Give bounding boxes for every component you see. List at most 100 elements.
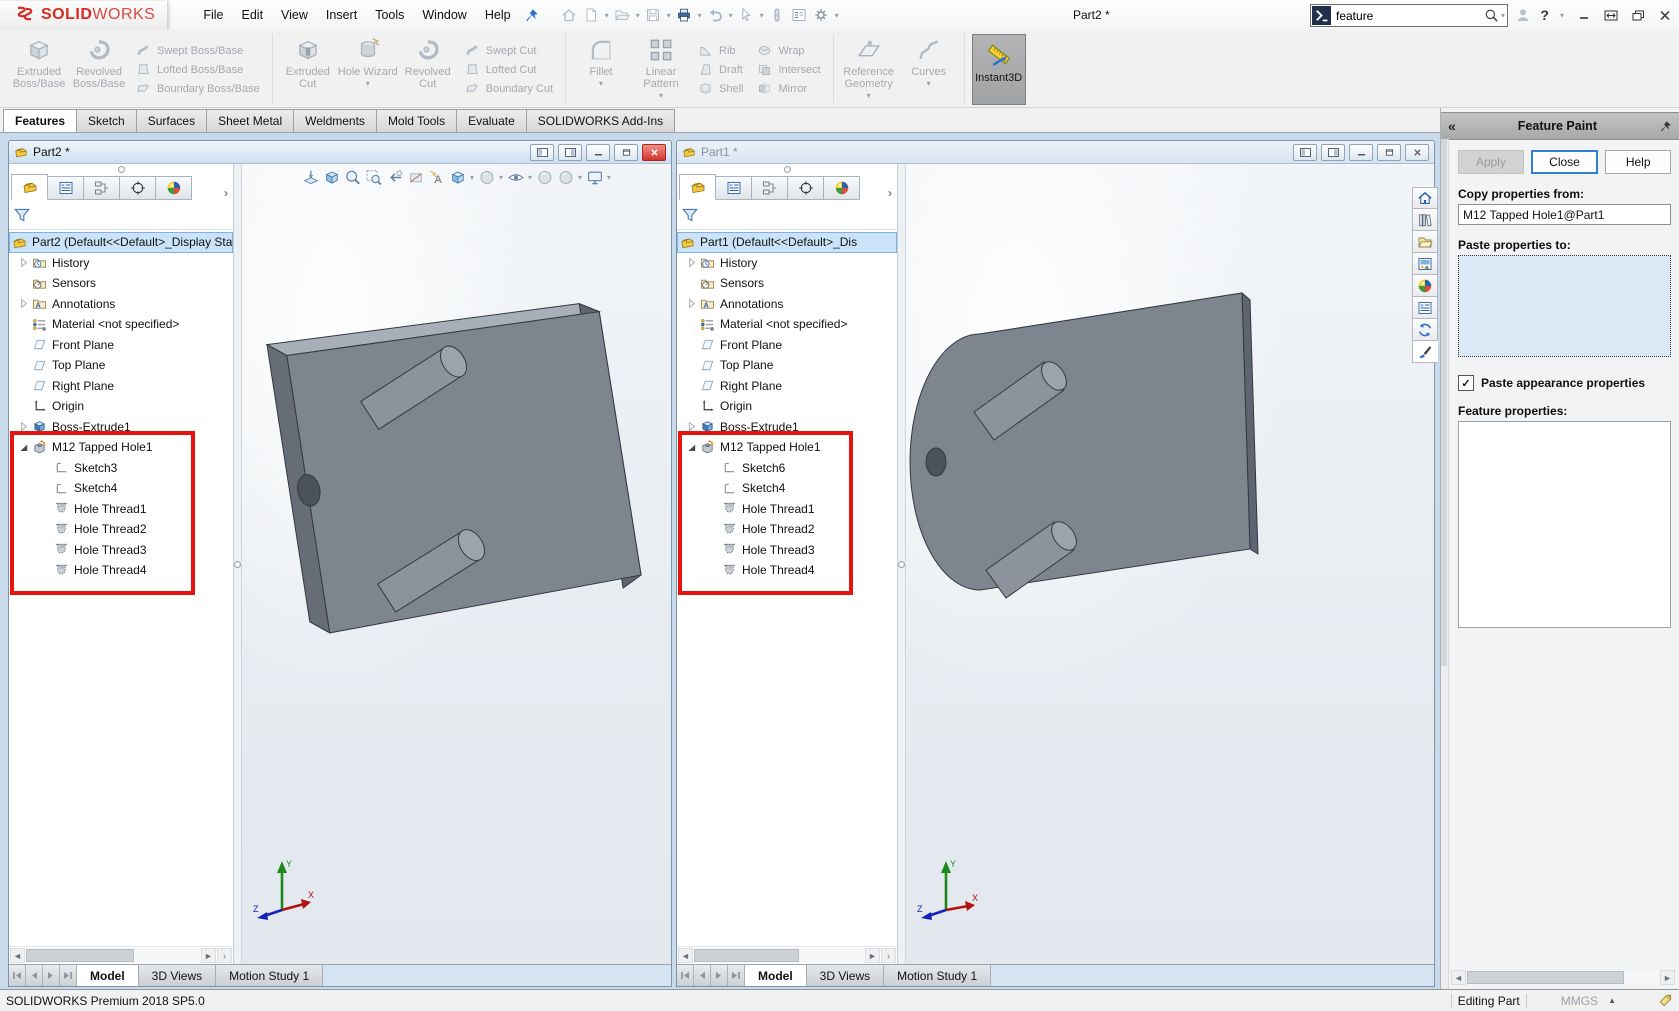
units-selector[interactable]: MMGS [1561, 994, 1598, 1008]
tree-item-hole-thread3[interactable]: Hole Thread3 [677, 540, 897, 561]
tree-item-annotations[interactable]: Annotations [9, 294, 233, 315]
paste-properties-listbox[interactable] [1458, 255, 1671, 357]
feature-properties-box[interactable] [1458, 421, 1671, 628]
configurationmanager-tab[interactable] [83, 176, 120, 200]
expand-arrow-icon[interactable] [685, 441, 698, 454]
view-orientation-cube-icon[interactable] [321, 167, 342, 188]
zoom-in-out-icon[interactable] [342, 167, 363, 188]
new-dropdown-icon[interactable]: ▾ [603, 11, 611, 20]
search-magnifier-icon[interactable] [1484, 8, 1499, 23]
dropdown-arrow-icon[interactable]: ▾ [364, 79, 372, 88]
doc-tab-motion-study-1[interactable]: Motion Study 1 [884, 965, 991, 986]
minimize-button[interactable] [1575, 7, 1593, 23]
tree-item-annotations[interactable]: Annotations [677, 294, 897, 315]
tree-item-sensors[interactable]: Sensors [677, 273, 897, 294]
window-minimize-button[interactable] [1349, 144, 1373, 161]
login-user-icon[interactable] [1515, 7, 1531, 23]
restore-button[interactable] [1629, 7, 1647, 23]
annotation-views-icon[interactable] [426, 167, 447, 188]
tile-left-button[interactable] [1293, 144, 1317, 161]
undo-button[interactable] [705, 4, 726, 26]
help-button-panel[interactable]: Help [1605, 150, 1671, 174]
ribbon-curves-button[interactable]: Curves▾ [899, 33, 959, 106]
ribbon-boundary-cut-button[interactable]: Boundary Cut [465, 81, 553, 96]
tab-weldments[interactable]: Weldments [293, 109, 377, 132]
open-dropdown-icon[interactable]: ▾ [634, 11, 642, 20]
collapse-arrow-icon[interactable] [17, 297, 30, 310]
ribbon-reference-geometry-button[interactable]: Reference Geometry▾ [839, 33, 899, 106]
ribbon-rib-button[interactable]: Rib [698, 43, 743, 58]
previous-tab-button[interactable] [26, 965, 43, 986]
tree-item-m12-tapped-hole1[interactable]: M12 Tapped Hole1 [677, 437, 897, 458]
tab-features[interactable]: Features [3, 109, 77, 132]
view-settings-icon[interactable] [584, 167, 605, 188]
tab-sheet-metal[interactable]: Sheet Metal [206, 109, 294, 132]
configurationmanager-tab[interactable] [751, 176, 788, 200]
tree-collapse-arrow[interactable]: › [881, 948, 896, 963]
ribbon-revolved-cut-button[interactable]: Revolved Cut [398, 33, 458, 106]
display-style-icon[interactable] [476, 167, 497, 188]
menu-file[interactable]: File [194, 4, 232, 26]
part2-graphics-area[interactable]: ▾ ▾ ▾ ▾ ▾ [242, 164, 671, 964]
scrollbar-thumb[interactable] [1467, 971, 1624, 984]
tree-root-part2[interactable]: Part2 (Default<<Default>_Display Sta [9, 232, 233, 253]
custom-properties-tab[interactable] [1412, 297, 1438, 319]
solidworks-forum-tab[interactable] [1412, 319, 1438, 341]
apply-scene-icon[interactable] [555, 167, 576, 188]
part2-window-titlebar[interactable]: Part2 * [9, 141, 671, 164]
zoom-to-area-icon[interactable] [363, 167, 384, 188]
apply-button[interactable]: Apply [1458, 150, 1524, 174]
tag-icon[interactable] [1658, 993, 1673, 1008]
solidworks-resources-tab[interactable] [1412, 187, 1438, 209]
dimxpertmanager-tab[interactable] [787, 176, 824, 200]
tree-graphics-splitter[interactable] [898, 164, 906, 964]
tree-item-material-not-specified[interactable]: Material <not specified> [677, 314, 897, 335]
tree-horizontal-scrollbar[interactable]: ◄ ► › [9, 946, 233, 964]
ribbon-intersect-button[interactable]: Intersect [757, 62, 820, 77]
tree-tabs-overflow-arrow[interactable]: › [224, 186, 228, 200]
close-button-panel[interactable]: Close [1531, 150, 1599, 174]
menu-edit[interactable]: Edit [233, 4, 273, 26]
tree-splitter-handle[interactable] [9, 164, 233, 174]
help-button[interactable]: ? [1540, 7, 1549, 23]
last-tab-button[interactable] [728, 965, 745, 986]
collapse-arrow-icon[interactable] [17, 256, 30, 269]
new-document-button[interactable] [581, 4, 602, 26]
scrollbar-thumb[interactable] [694, 949, 799, 962]
scroll-left-icon[interactable]: ◄ [1451, 970, 1466, 985]
scrollbar-track[interactable] [694, 948, 864, 963]
tree-item-m12-tapped-hole1[interactable]: M12 Tapped Hole1 [9, 437, 233, 458]
tree-item-boss-extrude1[interactable]: Boss-Extrude1 [677, 417, 897, 438]
part2-model[interactable] [242, 164, 671, 964]
tree-item-hole-thread3[interactable]: Hole Thread3 [9, 540, 233, 561]
part1-model[interactable] [906, 164, 1434, 964]
magnified-selection-button[interactable] [767, 4, 788, 26]
tree-item-sensors[interactable]: Sensors [9, 273, 233, 294]
ribbon-fillet-button[interactable]: Fillet▾ [571, 33, 631, 106]
select-button[interactable] [736, 4, 757, 26]
search-commands-icon[interactable] [1312, 6, 1331, 25]
propertymanager-tab[interactable] [715, 176, 752, 200]
view-orientation-dropdown[interactable]: ▾ [468, 173, 476, 182]
edit-appearance-icon[interactable] [534, 167, 555, 188]
scroll-right-icon[interactable]: ► [865, 948, 880, 963]
menu-tools[interactable]: Tools [366, 4, 413, 26]
displaymanager-tab[interactable] [155, 176, 192, 200]
ribbon-swept-cut-button[interactable]: Swept Cut [465, 43, 553, 58]
doc-tab-3d-views[interactable]: 3D Views [807, 965, 884, 986]
display-style-dropdown[interactable]: ▾ [497, 173, 505, 182]
tab-surfaces[interactable]: Surfaces [136, 109, 207, 132]
ribbon-boundary-boss-base-button[interactable]: Boundary Boss/Base [136, 81, 260, 96]
scroll-left-icon[interactable]: ◄ [10, 948, 25, 963]
apply-scene-dropdown[interactable]: ▾ [576, 173, 584, 182]
filter-funnel-icon[interactable] [681, 206, 699, 224]
doc-tab-model[interactable]: Model [745, 965, 807, 986]
units-dropdown-icon[interactable]: ▲ [1608, 996, 1616, 1005]
tree-item-origin[interactable]: Origin [9, 396, 233, 417]
featuremanager-tab[interactable] [11, 174, 48, 200]
panel-horizontal-scrollbar[interactable]: ◄ ► [1451, 969, 1675, 986]
last-tab-button[interactable] [60, 965, 77, 986]
hide-show-dropdown[interactable]: ▾ [526, 173, 534, 182]
ribbon-extruded-cut-button[interactable]: Extruded Cut [278, 33, 338, 106]
tree-item-sketch6[interactable]: Sketch6 [677, 458, 897, 479]
